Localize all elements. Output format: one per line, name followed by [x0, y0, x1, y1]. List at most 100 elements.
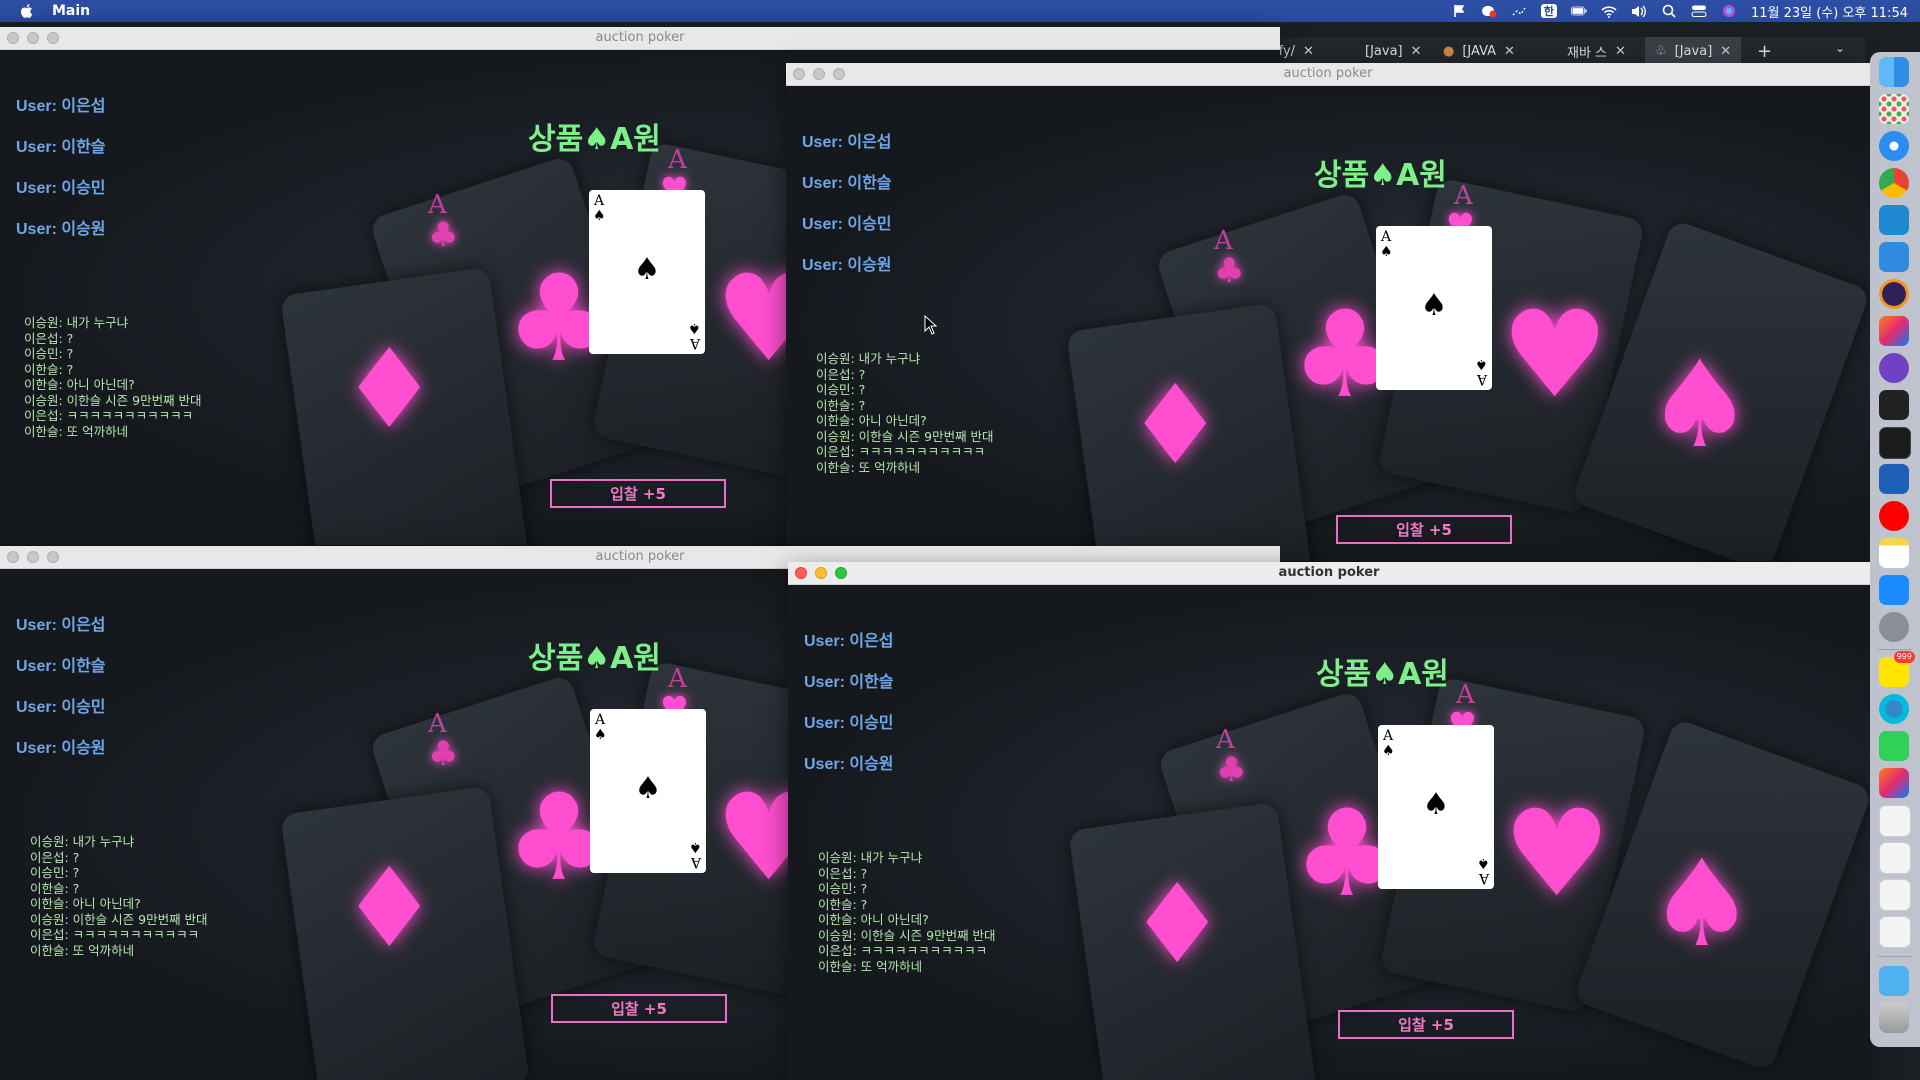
- browser-tab[interactable]: ify/✕: [1275, 37, 1314, 65]
- dots-icon[interactable]: [1511, 4, 1527, 18]
- chat-log: 이승원: 내가 누구냐 이은섭: ? 이승민: ? 이한슬: ? 이한슬: 아니…: [818, 850, 996, 974]
- chat-message: 이은섭: ?: [30, 849, 80, 865]
- spade-icon: ♠: [1420, 288, 1448, 323]
- close-button[interactable]: [795, 567, 807, 579]
- user-label: User: 이한슬: [16, 658, 106, 675]
- card-rank: A: [1476, 371, 1487, 387]
- auction-card: A ♠ ♠ ♠ A: [1378, 725, 1494, 889]
- java-icon-4[interactable]: [1879, 916, 1911, 948]
- neon-small-club-icon: ♣: [428, 734, 459, 774]
- minimize-button[interactable]: [27, 32, 39, 44]
- sourcetree-icon[interactable]: [1879, 464, 1909, 494]
- browser-tab[interactable]: [Java] ✕: [1365, 37, 1422, 65]
- eclipse-icon[interactable]: [1879, 279, 1909, 309]
- title-bar[interactable]: auction poker: [786, 63, 1870, 86]
- clock[interactable]: 11월 23일 (수) 오후 11:54: [1751, 2, 1908, 21]
- minimize-button[interactable]: [27, 551, 39, 563]
- chat-message: 이은섭: ?: [818, 865, 868, 881]
- record-icon[interactable]: [1481, 4, 1497, 18]
- game-window-2[interactable]: auction poker ♣ ♦ ♥ ♠ ♥ ♣ A A User: 이은섭 …: [786, 63, 1870, 561]
- webex-icon[interactable]: [1879, 694, 1909, 724]
- apple-icon[interactable]: [18, 2, 36, 20]
- minimize-button[interactable]: [813, 68, 825, 80]
- siri-icon[interactable]: [1721, 4, 1737, 18]
- close-icon[interactable]: ✕: [1504, 44, 1515, 59]
- intellij-icon[interactable]: [1879, 316, 1909, 346]
- neon-heart-icon: ♥: [1501, 286, 1609, 425]
- browser-tab[interactable]: ● [JAVA ✕: [1443, 37, 1515, 65]
- chevron-down-icon[interactable]: ⌄: [1835, 41, 1845, 55]
- java-icon-3[interactable]: [1879, 879, 1911, 911]
- minimize-button[interactable]: [815, 567, 827, 579]
- window-title: auction poker: [1283, 66, 1373, 81]
- browser-tab[interactable]: 재바 스 ✕: [1567, 37, 1626, 65]
- chat-message: 이승원: 이한슬 시즌 9만번째 반대: [24, 392, 202, 408]
- chat-message: 이은섭: ㅋㅋㅋㅋㅋㅋㅋㅋㅋㅋㅋ: [816, 444, 986, 459]
- tab-label: [Java]: [1674, 43, 1713, 59]
- tab-label: 재바 스: [1567, 45, 1608, 61]
- vscode-icon[interactable]: [1879, 205, 1909, 235]
- close-icon[interactable]: ✕: [1720, 44, 1731, 59]
- close-icon[interactable]: ✕: [1411, 44, 1422, 59]
- neon-diamond-icon: ♦: [1126, 361, 1225, 489]
- close-button[interactable]: [793, 68, 805, 80]
- youtube-music-icon[interactable]: [1879, 501, 1909, 531]
- control-center-icon[interactable]: [1691, 4, 1707, 18]
- safari-icon[interactable]: [1879, 131, 1909, 161]
- chrome-icon[interactable]: [1879, 168, 1909, 198]
- browser-tab-active[interactable]: ♧ [Java] ✕: [1645, 37, 1742, 65]
- bid-button[interactable]: 입찰 +5: [1336, 515, 1512, 544]
- new-tab-icon[interactable]: +: [1757, 41, 1772, 62]
- launchpad-icon[interactable]: [1879, 94, 1909, 124]
- system-preferences-icon[interactable]: [1879, 612, 1909, 642]
- close-icon[interactable]: ✕: [1303, 44, 1314, 59]
- close-button[interactable]: [7, 551, 19, 563]
- neon-ace-letter: A: [668, 664, 687, 694]
- battery-icon[interactable]: [1570, 4, 1587, 18]
- volume-icon[interactable]: [1631, 4, 1647, 18]
- app-menu-main[interactable]: Main: [52, 3, 90, 19]
- intellij-icon-2[interactable]: [1879, 768, 1909, 798]
- notes-icon[interactable]: [1879, 538, 1909, 568]
- neon-ace-letter: A: [1216, 725, 1235, 755]
- chat-message: 이승원: 내가 누구냐: [816, 351, 921, 366]
- zoom-button[interactable]: [47, 32, 59, 44]
- zoom-button[interactable]: [47, 551, 59, 563]
- neon-ace-letter: A: [1456, 680, 1475, 710]
- terminal-icon[interactable]: [1879, 390, 1909, 420]
- chat-message: 이승민: ?: [24, 346, 74, 361]
- bid-button[interactable]: 입찰 +5: [550, 479, 726, 508]
- chat-message: 이승원: 내가 누구냐: [24, 315, 129, 330]
- folder-icon[interactable]: [1879, 966, 1909, 996]
- bid-button[interactable]: 입찰 +5: [551, 994, 727, 1023]
- facetime-icon[interactable]: [1879, 731, 1909, 761]
- close-button[interactable]: [7, 32, 19, 44]
- bid-button[interactable]: 입찰 +5: [1338, 1010, 1514, 1039]
- zoom-button[interactable]: [833, 68, 845, 80]
- input-icon[interactable]: 한: [1540, 4, 1557, 18]
- search-icon[interactable]: [1661, 4, 1677, 18]
- trash-icon[interactable]: [1879, 1003, 1909, 1033]
- close-icon[interactable]: ✕: [1615, 44, 1626, 59]
- zoom-button[interactable]: [835, 567, 847, 579]
- menu-bar: Main 한 11월 23일 (수) 오후 11:54: [0, 0, 1920, 22]
- app-store-icon[interactable]: [1879, 575, 1909, 605]
- flag-icon[interactable]: [1451, 4, 1467, 18]
- user-label: User: 이승원: [804, 756, 894, 773]
- game-window-4[interactable]: auction poker ♣ ♦ ♥ ♠ ♥ ♣ A A User: 이은섭 …: [788, 562, 1870, 1080]
- activity-monitor-icon[interactable]: [1879, 427, 1911, 459]
- title-bar[interactable]: auction poker: [0, 27, 1280, 50]
- xcode-icon[interactable]: [1879, 242, 1909, 272]
- user-label: User: 이승민: [804, 715, 894, 732]
- finder-icon[interactable]: [1879, 57, 1909, 87]
- kakaotalk-icon[interactable]: 999: [1879, 651, 1915, 687]
- title-bar[interactable]: auction poker: [788, 562, 1870, 585]
- java-icon-1[interactable]: [1879, 805, 1911, 837]
- java-icon-2[interactable]: [1879, 842, 1911, 874]
- spade-icon: ♠: [593, 208, 606, 224]
- chat-message: 이승민: ?: [816, 382, 866, 397]
- wifi-icon[interactable]: [1601, 4, 1617, 18]
- github-desktop-icon[interactable]: [1879, 353, 1909, 383]
- tab-label: [Java]: [1365, 43, 1403, 59]
- chat-message: 이승원: 이한슬 시즌 9만번째 반대: [816, 428, 994, 444]
